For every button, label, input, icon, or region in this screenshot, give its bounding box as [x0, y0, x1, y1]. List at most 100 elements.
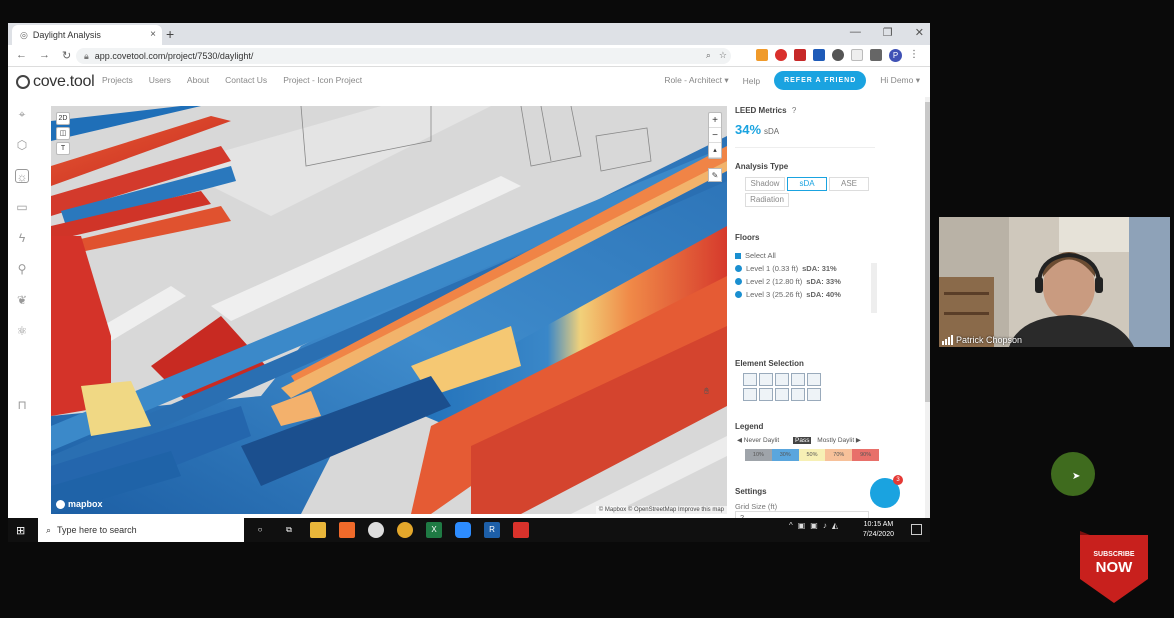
select-all-checkbox[interactable]: Select All: [735, 249, 875, 262]
network-tray-icon[interactable]: ◭: [832, 521, 838, 530]
element-door-icon[interactable]: [807, 373, 821, 386]
taskbar-clock[interactable]: 10:15 AM 7/24/2020: [863, 520, 894, 540]
faucet-icon[interactable]: ⚲: [15, 262, 29, 276]
subscribe-now-label: NOW: [1095, 559, 1133, 576]
element-window-icon[interactable]: [791, 373, 805, 386]
toggle-2d-button[interactable]: 2D: [56, 112, 70, 125]
puzzle-icon[interactable]: [870, 49, 882, 61]
floor-item[interactable]: Level 3 (25.26 ft) sDA: 40%: [735, 288, 875, 301]
info-icon[interactable]: ?: [792, 106, 796, 115]
element-slab-icon[interactable]: [791, 388, 805, 401]
tray-icon[interactable]: ▣: [798, 521, 806, 530]
forward-icon[interactable]: →: [39, 49, 50, 62]
tray-icon[interactable]: ▣: [810, 521, 818, 530]
user-menu[interactable]: Hi Demo ▾: [880, 75, 920, 86]
lightning-icon[interactable]: ϟ: [15, 231, 29, 245]
zoom-in-button[interactable]: +: [709, 113, 721, 128]
floor-item[interactable]: Level 1 (0.33 ft) sDA: 31%: [735, 262, 875, 275]
compass-icon[interactable]: ▴: [709, 143, 721, 158]
chrome-icon[interactable]: [397, 522, 413, 538]
url-field[interactable]: 🔒︎ app.covetool.com/project/7530/dayligh…: [76, 48, 731, 64]
notification-icon[interactable]: [911, 524, 922, 535]
app-icon[interactable]: [368, 522, 384, 538]
role-dropdown[interactable]: Role - Architect ▾: [664, 75, 728, 86]
edit-pencil-button[interactable]: ✎: [708, 168, 722, 182]
leaf-icon[interactable]: ❦: [15, 293, 29, 307]
camera-icon[interactable]: ◫: [56, 127, 70, 140]
system-tray: ^ ▣ ▣ ♪ ◭: [789, 521, 838, 530]
refer-friend-button[interactable]: REFER A FRIEND: [774, 71, 867, 90]
header-right: Role - Architect ▾ Help REFER A FRIEND H…: [664, 71, 920, 90]
profile-avatar[interactable]: P: [889, 49, 902, 62]
extension-icon[interactable]: [756, 49, 768, 61]
revit-icon[interactable]: R: [484, 522, 500, 538]
element-wall-icon[interactable]: [743, 373, 757, 386]
cortana-icon[interactable]: ○: [252, 522, 268, 538]
menu-dots-icon[interactable]: ⋮: [909, 49, 919, 62]
taskbar-search[interactable]: ⌕ Type here to search: [38, 518, 244, 542]
floors-title: Floors: [735, 233, 760, 242]
extension-icon[interactable]: [794, 49, 806, 61]
type-radiation-button[interactable]: Radiation: [745, 193, 789, 207]
file-explorer-icon[interactable]: [310, 522, 326, 538]
tab-daylight-analysis[interactable]: ◎ Daylight Analysis ×: [12, 25, 162, 45]
window-icon[interactable]: ▭: [15, 200, 29, 214]
minimize-button[interactable]: —: [850, 26, 861, 39]
map-attribution[interactable]: © Mapbox © OpenStreetMap Improve this ma…: [595, 506, 727, 514]
nav-contact-us[interactable]: Contact Us: [225, 75, 267, 85]
extension-icon[interactable]: [775, 49, 787, 61]
grid-size-input[interactable]: 2: [735, 511, 869, 518]
star-icon[interactable]: ☆: [719, 50, 727, 61]
grid-size-label: Grid Size (ft): [735, 502, 778, 511]
cube-icon[interactable]: ⬡: [15, 138, 29, 152]
excel-icon[interactable]: X: [426, 522, 442, 538]
text-toggle-button[interactable]: T: [56, 142, 70, 155]
daylight-map[interactable]: 2D ◫ T + − ▴ ✎ ✋︎ mapbox © Mapbox © Open…: [51, 106, 727, 514]
back-icon[interactable]: ←: [16, 49, 27, 62]
volume-icon[interactable]: ♪: [823, 521, 827, 530]
floor-list-scrollbar[interactable]: [871, 263, 877, 313]
map-view-controls: 2D ◫ T: [56, 112, 70, 155]
type-shadow-button[interactable]: Shadow: [745, 177, 785, 191]
nav-current-project[interactable]: Project - Icon Project: [283, 75, 362, 85]
page-scrollbar[interactable]: [925, 97, 930, 518]
zoom-app-icon[interactable]: [455, 522, 471, 538]
help-link[interactable]: Help: [743, 76, 760, 86]
extension-icon[interactable]: [832, 49, 844, 61]
element-floor-icon[interactable]: [775, 373, 789, 386]
location-pin-icon[interactable]: ⌖: [15, 107, 29, 121]
windows-start-icon[interactable]: ⊞: [16, 524, 25, 537]
nav-users[interactable]: Users: [149, 75, 171, 85]
lock-open-icon[interactable]: ⊓: [15, 398, 29, 412]
brave-icon[interactable]: [339, 522, 355, 538]
tab-close-icon[interactable]: ×: [150, 29, 156, 40]
extension-icon[interactable]: [813, 49, 825, 61]
new-tab-button[interactable]: +: [166, 26, 174, 42]
leed-value: 34% sDA: [735, 122, 780, 137]
extension-icon[interactable]: [851, 49, 863, 61]
zoom-out-button[interactable]: −: [709, 128, 721, 143]
tray-chevron-icon[interactable]: ^: [789, 521, 793, 530]
element-misc-icon[interactable]: [807, 388, 821, 401]
type-ase-button[interactable]: ASE: [829, 177, 869, 191]
nav-about[interactable]: About: [187, 75, 209, 85]
close-window-button[interactable]: ✕: [915, 26, 924, 39]
reload-icon[interactable]: ↻: [62, 49, 71, 62]
element-roof-icon[interactable]: [759, 373, 773, 386]
webcam-image: [939, 217, 1170, 347]
network-icon[interactable]: ⚛: [15, 324, 29, 338]
element-column-icon[interactable]: [775, 388, 789, 401]
nav-projects[interactable]: Projects: [102, 75, 133, 85]
floor-item[interactable]: Level 2 (12.80 ft) sDA: 33%: [735, 275, 875, 288]
element-skylight-icon[interactable]: [759, 388, 773, 401]
sketchup-icon[interactable]: [513, 522, 529, 538]
element-shade-icon[interactable]: [743, 388, 757, 401]
zoom-icon[interactable]: ⌕: [706, 50, 711, 61]
search-icon: ⌕: [46, 524, 52, 535]
subscribe-badge[interactable]: SUBSCRIBE NOW: [1080, 531, 1148, 603]
maximize-button[interactable]: ❐: [883, 26, 893, 39]
task-view-icon[interactable]: ⧉: [281, 522, 297, 538]
sun-icon[interactable]: ☼: [15, 169, 29, 184]
covetool-logo[interactable]: cove.tool: [16, 73, 95, 91]
type-sda-button[interactable]: sDA: [787, 177, 827, 191]
